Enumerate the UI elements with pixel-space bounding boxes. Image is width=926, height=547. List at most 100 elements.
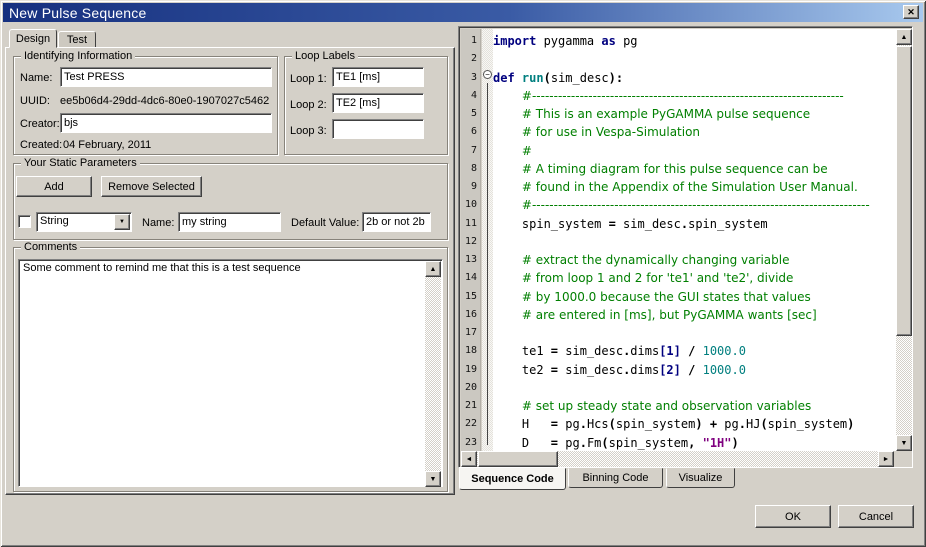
combobox-dropdown-button[interactable]: ▼: [114, 214, 130, 230]
code-area[interactable]: import pygamma as pg def run(sim_desc): #…: [493, 29, 896, 451]
line-number: 15: [464, 290, 477, 302]
code-line: H = pg.Hcs(spin_system) + pg.HJ(spin_sys…: [493, 417, 855, 432]
line-number: 4: [470, 89, 477, 101]
tab-sequence-code[interactable]: Sequence Code: [459, 468, 566, 490]
ok-button[interactable]: OK: [755, 505, 831, 528]
editor-hscrollbar-thumb[interactable]: [478, 451, 558, 467]
line-number-gutter[interactable]: 1 2 3 4 5 6 7 8 9 10 11 12 13 14 15 16 17 18 19 20 21 22 23: [461, 29, 481, 451]
editor-scroll-up-button[interactable]: ▲: [896, 29, 912, 45]
code-line: import pygamma as pg: [493, 34, 638, 48]
default-value-input[interactable]: [362, 212, 431, 232]
created-label: Created:: [20, 139, 63, 151]
title-bar[interactable]: New Pulse Sequence ✕: [3, 3, 923, 22]
code-editor-inner: 1 2 3 4 5 6 7 8 9 10 11 12 13 14 15 16 17 18 19 20 21 22 23 − …: [461, 29, 912, 467]
code-line: spin_system = sim_desc.spin_system: [493, 216, 768, 231]
close-icon: ✕: [907, 6, 915, 17]
new-pulse-sequence-dialog: New Pulse Sequence ✕ Design Test Identif…: [0, 0, 926, 547]
code-line: # set up steady state and observation va…: [521, 399, 812, 413]
created-value: 04 February, 2011: [63, 139, 152, 151]
fold-gutter[interactable]: −: [482, 29, 493, 451]
static-parameters-legend: Your Static Parameters: [21, 157, 140, 169]
default-value-label: Default Value:: [291, 217, 360, 229]
code-line: # for use in Vespa-Simulation: [521, 125, 701, 140]
parameter-row-checkbox[interactable]: [18, 215, 31, 228]
arrow-down-icon: ▼: [900, 439, 908, 447]
comments-scroll-up-button[interactable]: ▲: [425, 261, 441, 277]
code-line: te2 = sim_desc.dims[2] / 1000.0: [493, 362, 746, 377]
line-number: 18: [464, 345, 477, 357]
editor-vscrollbar-thumb[interactable]: [896, 46, 912, 336]
cancel-button-label: Cancel: [858, 510, 894, 523]
editor-scroll-left-button[interactable]: ◄: [461, 451, 477, 467]
parameter-name-input[interactable]: [178, 212, 281, 232]
editor-hscrollbar-track[interactable]: ◄ ►: [461, 451, 894, 467]
line-number: 16: [464, 308, 477, 320]
tab-binning-code[interactable]: Binning Code: [568, 468, 663, 488]
editor-vscrollbar-track[interactable]: ▲ ▼: [896, 29, 912, 451]
fold-guide-line: [487, 83, 488, 445]
creator-label: Creator:: [20, 118, 60, 130]
fold-collapse-marker[interactable]: −: [483, 70, 492, 79]
comments-scroll-down-button[interactable]: ▼: [425, 471, 441, 487]
tab-binning-code-label: Binning Code: [582, 472, 649, 484]
code-line: # from loop 1 and 2 for 'te1' and 'te2',…: [521, 271, 794, 286]
close-button[interactable]: ✕: [903, 5, 919, 19]
arrow-up-icon: ▲: [900, 33, 908, 41]
creator-input[interactable]: [60, 113, 272, 133]
tab-test[interactable]: Test: [58, 31, 96, 48]
window-title: New Pulse Sequence: [9, 4, 147, 21]
comments-legend: Comments: [21, 241, 81, 253]
line-number: 14: [464, 272, 477, 284]
arrow-up-icon: ▲: [429, 265, 437, 273]
loop2-label: Loop 2:: [290, 99, 327, 111]
add-button-label: Add: [44, 180, 64, 193]
tab-design[interactable]: Design: [9, 29, 57, 48]
code-line: def run(sim_desc):: [493, 70, 624, 85]
line-number: 12: [464, 235, 477, 247]
loop1-label: Loop 1:: [290, 73, 327, 85]
code-line: #---------------------------------------…: [521, 88, 844, 103]
code-line: #---------------------------------------…: [521, 198, 870, 213]
line-number: 8: [470, 162, 477, 174]
editor-scroll-right-button[interactable]: ►: [878, 451, 894, 467]
code-editor: 1 2 3 4 5 6 7 8 9 10 11 12 13 14 15 16 17 18 19 20 21 22 23 − …: [458, 26, 913, 468]
comments-scrollbar-track[interactable]: ▲ ▼: [425, 261, 441, 487]
tab-visualize-label: Visualize: [678, 472, 723, 484]
uuid-label: UUID:: [20, 95, 50, 107]
line-number: 17: [464, 327, 477, 338]
parameter-name-label: Name:: [142, 217, 175, 229]
code-line: # by 1000.0 because the GUI states that …: [521, 289, 811, 304]
editor-scroll-down-button[interactable]: ▼: [896, 435, 912, 451]
code-line: # found in the Appendix of the Simulatio…: [521, 180, 858, 194]
loop3-input[interactable]: [332, 119, 424, 139]
line-number: 3: [470, 71, 477, 83]
loop3-label: Loop 3:: [290, 125, 327, 137]
line-number: 23: [464, 436, 477, 448]
minus-icon: −: [485, 69, 490, 79]
line-number: 22: [464, 418, 477, 430]
add-button[interactable]: Add: [16, 176, 92, 197]
line-number: 7: [470, 144, 477, 156]
comments-textarea[interactable]: Some comment to remind me that this is a…: [18, 259, 443, 487]
line-number: 11: [464, 217, 477, 229]
line-number: 9: [470, 181, 477, 192]
line-number: 21: [464, 400, 477, 411]
tab-design-label: Design: [15, 32, 51, 45]
loop1-input[interactable]: [332, 67, 424, 87]
line-number: 13: [464, 254, 477, 265]
remove-selected-button[interactable]: Remove Selected: [101, 176, 202, 197]
cancel-button[interactable]: Cancel: [838, 505, 914, 528]
parameter-type-combobox[interactable]: String ▼: [36, 212, 132, 232]
name-input[interactable]: [60, 67, 272, 87]
code-line: te1 = sim_desc.dims[1] / 1000.0: [493, 344, 746, 359]
tab-sequence-code-label: Sequence Code: [471, 473, 554, 485]
tab-visualize[interactable]: Visualize: [666, 468, 735, 488]
code-line: # extract the dynamically changing varia…: [521, 253, 790, 267]
line-number: 6: [470, 126, 477, 138]
loop2-input[interactable]: [332, 93, 424, 113]
line-number: 10: [464, 199, 477, 211]
chevron-down-icon: ▼: [119, 218, 125, 225]
